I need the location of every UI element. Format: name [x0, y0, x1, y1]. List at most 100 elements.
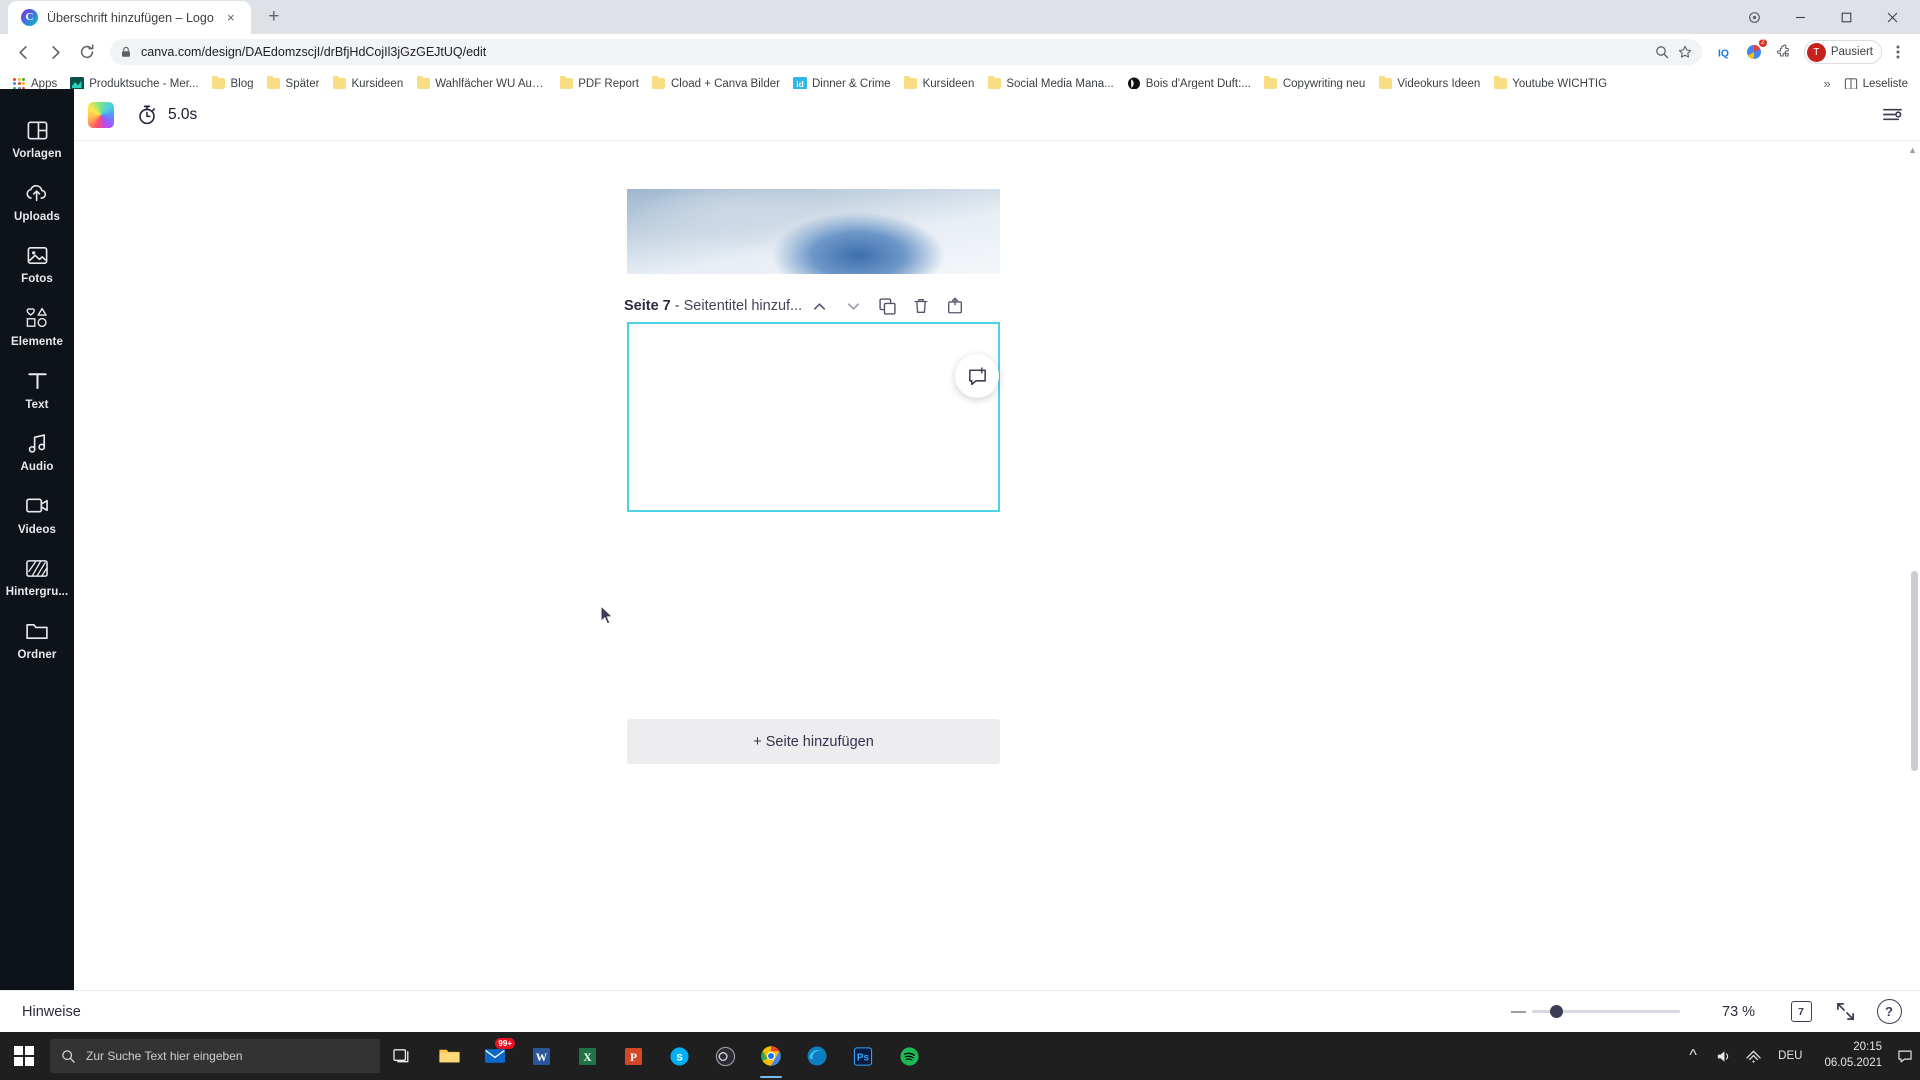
sidebar-item-videos[interactable]: Videos: [0, 483, 74, 546]
add-comment-button[interactable]: [955, 354, 999, 398]
scroll-up-arrow[interactable]: ▲: [1908, 145, 1917, 155]
bookmark-label: Blog: [230, 77, 254, 90]
svg-text:X: X: [583, 1051, 592, 1063]
volume-icon[interactable]: [1710, 1032, 1736, 1080]
delete-page-icon[interactable]: [904, 291, 938, 321]
edge-button[interactable]: [794, 1032, 840, 1080]
sidebar-item-ordner[interactable]: Ordner: [0, 608, 74, 671]
page-duration-control[interactable]: 5.0s: [136, 104, 197, 126]
powerpoint-button[interactable]: P: [610, 1032, 656, 1080]
cloud-upload-icon: [25, 181, 49, 205]
word-button[interactable]: W: [518, 1032, 564, 1080]
photo-icon: [25, 243, 49, 267]
video-icon: [25, 494, 49, 518]
window-controls: [1732, 4, 1914, 30]
windows-taskbar: Zur Suche Text hier eingeben 99+ W X P S: [0, 1032, 1920, 1080]
sidebar-item-vorlagen[interactable]: Vorlagen: [0, 107, 74, 170]
task-view-button[interactable]: [380, 1032, 426, 1080]
clock[interactable]: 20:15 06.05.2021: [1814, 1040, 1892, 1071]
comment-bubble-icon: [968, 366, 986, 385]
fullscreen-icon: [1836, 1003, 1854, 1020]
back-navigation-icon[interactable]: [8, 37, 38, 67]
address-bar[interactable]: canva.com/design/DAEdomzscjI/drBfjHdCojI…: [110, 39, 1702, 65]
zoom-track[interactable]: [1532, 1005, 1680, 1018]
close-tab-icon[interactable]: ×: [223, 10, 239, 26]
maximize-window-button[interactable]: [1824, 4, 1868, 30]
reload-icon[interactable]: [72, 37, 102, 67]
sidebar-item-elemente[interactable]: Elemente: [0, 295, 74, 358]
animation-style-button[interactable]: [1881, 103, 1904, 126]
canva-favicon-icon: C: [21, 9, 38, 26]
notes-button[interactable]: Hinweise: [22, 1004, 81, 1020]
avatar: T: [1806, 42, 1826, 62]
sidebar-item-hintergru[interactable]: Hintergru...: [0, 545, 74, 608]
photoshop-button[interactable]: Ps: [840, 1032, 886, 1080]
start-button[interactable]: [0, 1032, 48, 1080]
sidebar-item-label: Text: [25, 398, 49, 411]
current-page-canvas[interactable]: [627, 322, 1000, 512]
browser-tab[interactable]: C Überschrift hinzufügen – Logo ×: [8, 1, 251, 34]
previous-page-thumbnail[interactable]: [627, 189, 1000, 274]
bookmark-label: Produktsuche - Mer...: [89, 77, 199, 90]
page-options-toolbar: 5.0s: [74, 89, 1920, 141]
help-button[interactable]: ?: [1872, 997, 1906, 1027]
browser-tab-strip: C Überschrift hinzufügen – Logo × +: [0, 0, 1920, 34]
fullscreen-button[interactable]: [1828, 997, 1862, 1027]
spotify-button[interactable]: [886, 1032, 932, 1080]
obs-button[interactable]: [702, 1032, 748, 1080]
duplicate-page-icon[interactable]: [870, 291, 904, 321]
bookmark-label: Wahlfächer WU Aus...: [435, 77, 547, 90]
skype-button[interactable]: S: [656, 1032, 702, 1080]
chrome-button[interactable]: [748, 1032, 794, 1080]
zoom-search-icon[interactable]: [1655, 45, 1669, 59]
design-canvas-area[interactable]: Seite 7 - Seitentitel hinzuf... + Seite …: [74, 141, 1920, 1032]
file-explorer-button[interactable]: [426, 1032, 472, 1080]
page-label[interactable]: Seite 7 - Seitentitel hinzuf...: [624, 298, 802, 314]
minimize-window-button[interactable]: [1778, 4, 1822, 30]
add-page-button[interactable]: + Seite hinzufügen: [627, 719, 1000, 764]
vertical-scrollbar-thumb[interactable]: [1911, 571, 1918, 771]
bookmark-star-icon[interactable]: [1678, 45, 1692, 59]
language-indicator[interactable]: DEU: [1770, 1050, 1810, 1062]
taskbar-search-box[interactable]: Zur Suche Text hier eingeben: [50, 1039, 380, 1073]
sidebar-item-label: Fotos: [21, 273, 53, 286]
reading-list-label: Leseliste: [1862, 77, 1908, 90]
zoom-knob[interactable]: [1550, 1005, 1563, 1018]
page-count-value: 7: [1790, 1001, 1812, 1022]
bookmark-label: Dinner & Crime: [811, 77, 891, 90]
network-icon[interactable]: [1740, 1032, 1766, 1080]
profile-button[interactable]: T Pausiert: [1803, 40, 1882, 64]
page-count-button[interactable]: 7: [1784, 997, 1818, 1027]
zoom-level-label: 73 %: [1722, 1003, 1756, 1020]
move-page-up-icon[interactable]: [802, 291, 836, 321]
extension-iq-icon[interactable]: IQ: [1710, 38, 1738, 66]
move-page-down-icon[interactable]: [836, 291, 870, 321]
svg-text:P: P: [630, 1051, 637, 1063]
close-window-button[interactable]: [1870, 4, 1914, 30]
rainbow-color-chip[interactable]: [88, 101, 114, 128]
extension-color-icon[interactable]: 2: [1740, 38, 1768, 66]
extensions-puzzle-icon[interactable]: [1770, 38, 1798, 66]
sidebar-item-audio[interactable]: Audio: [0, 420, 74, 483]
sidebar-item-text[interactable]: Text: [0, 358, 74, 421]
sidebar-item-uploads[interactable]: Uploads: [0, 170, 74, 233]
sidebar-item-label: Videos: [17, 523, 57, 536]
zoom-out-button[interactable]: —: [1505, 1003, 1532, 1020]
mail-button[interactable]: 99+: [472, 1032, 518, 1080]
notification-center-icon[interactable]: [1896, 1032, 1914, 1080]
chrome-menu-icon[interactable]: [1884, 38, 1912, 66]
sidebar-item-fotos[interactable]: Fotos: [0, 232, 74, 295]
sidebar-item-label: Vorlagen: [12, 148, 62, 160]
window-extra-icon[interactable]: [1732, 4, 1776, 30]
application-window: C Überschrift hinzufügen – Logo × + canv…: [0, 0, 1920, 1080]
svg-text:S: S: [676, 1052, 682, 1063]
tray-expand-icon[interactable]: ^: [1680, 1032, 1706, 1080]
add-page-after-icon[interactable]: [938, 291, 972, 321]
new-tab-button[interactable]: +: [260, 3, 288, 31]
forward-navigation-icon[interactable]: [40, 37, 70, 67]
sidebar-item-label: Audio: [20, 461, 54, 474]
bookmark-label: Youtube WICHTIG: [1512, 77, 1608, 90]
excel-button[interactable]: X: [564, 1032, 610, 1080]
zoom-slider[interactable]: —: [1505, 1003, 1680, 1020]
help-question-icon: ?: [1876, 999, 1902, 1024]
